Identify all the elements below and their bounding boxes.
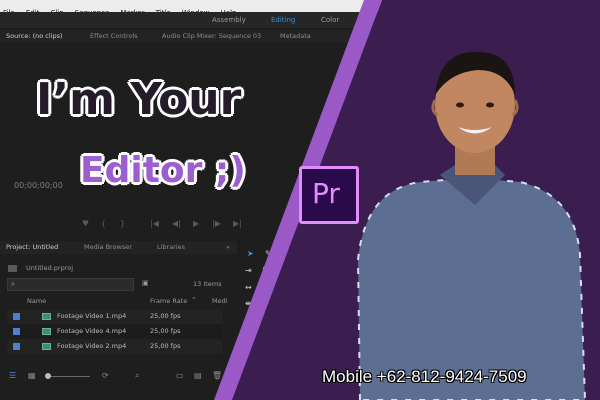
contact-mobile: Mobile +62-812-9424-7509 (322, 367, 527, 386)
left-eye (456, 102, 464, 108)
person-figure (356, 51, 587, 400)
right-eye (486, 102, 494, 108)
person-photo (356, 51, 587, 400)
